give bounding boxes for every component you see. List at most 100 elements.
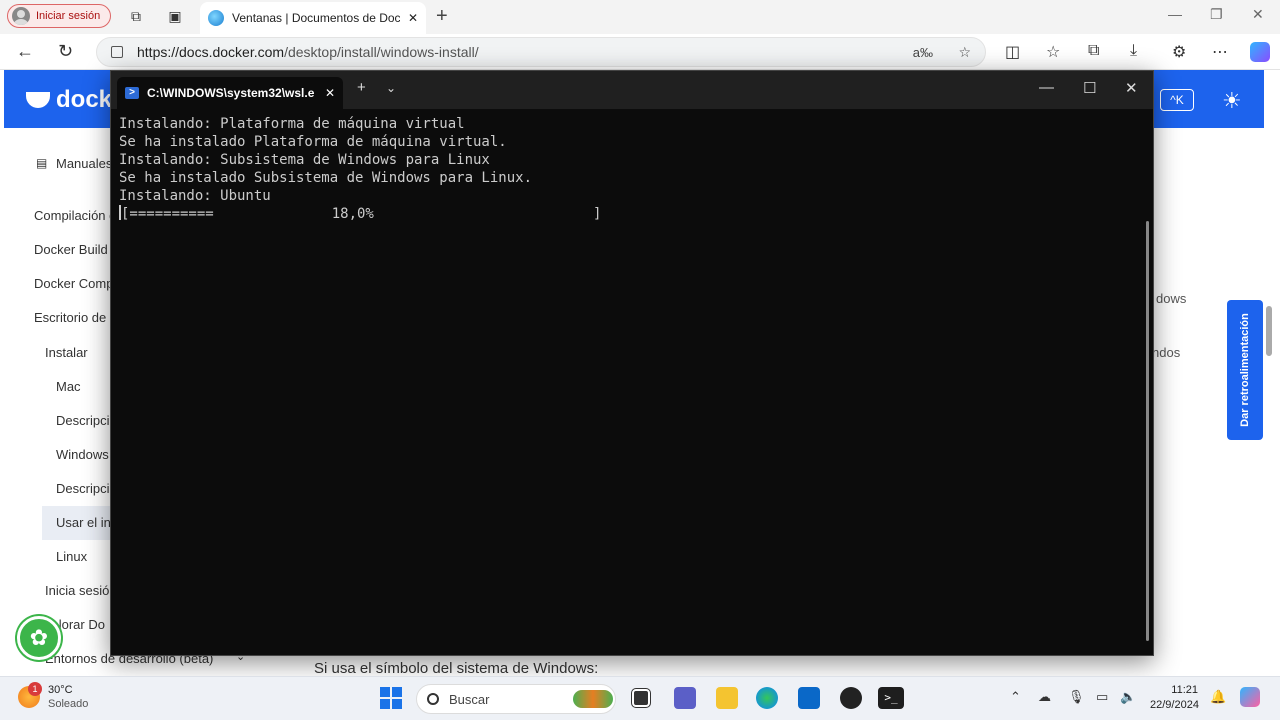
content-fragment-1: dows bbox=[1156, 291, 1187, 306]
read-aloud-icon[interactable]: a‰ bbox=[913, 45, 933, 60]
close-tab-icon[interactable]: ✕ bbox=[408, 11, 418, 25]
file-explorer-icon[interactable] bbox=[716, 687, 738, 709]
page-scrollbar[interactable] bbox=[1266, 306, 1272, 356]
profile-button[interactable]: Iniciar sesión bbox=[7, 4, 111, 28]
taskbar: 1 30°C Soleado Buscar >_ ⌃ ☁ 🎙 ▭ 🔈 11:21… bbox=[0, 676, 1280, 720]
terminal-progress-row: [========== 18,0% ] bbox=[119, 205, 1141, 223]
feedback-button[interactable]: Dar retroalimentación bbox=[1227, 300, 1263, 440]
restore-icon[interactable]: ❐ bbox=[1210, 6, 1223, 23]
weather-temp: 30°C bbox=[48, 684, 73, 696]
browser-tab-bar: Iniciar sesión ⧉ ▣ Ventanas | Documentos… bbox=[0, 0, 1280, 34]
microphone-icon[interactable]: 🎙 bbox=[1068, 689, 1085, 705]
terminal-app-icon[interactable]: >_ bbox=[878, 687, 904, 709]
content-fragment-2: ndos bbox=[1152, 345, 1181, 360]
manuals-doc-icon: ▤ bbox=[36, 156, 48, 170]
clock-date: 22/9/2024 bbox=[1150, 699, 1199, 711]
task-view-icon[interactable] bbox=[631, 688, 651, 708]
terminal-tab-title: C:\WINDOWS\system32\wsl.e bbox=[147, 86, 315, 100]
weather-desc: Soleado bbox=[48, 698, 89, 710]
weather-sun-icon: 1 bbox=[18, 682, 42, 708]
terminal-output[interactable]: Instalando: Plataforma de máquina virtua… bbox=[119, 115, 1141, 223]
sidebar-item-descripcion-1[interactable]: Descripci bbox=[56, 413, 109, 428]
terminal-new-tab-button[interactable]: + bbox=[357, 79, 366, 96]
sidebar-item-usar-instalador[interactable]: Usar el ins bbox=[56, 515, 117, 530]
terminal-scrollbar[interactable] bbox=[1146, 221, 1149, 641]
network-icon[interactable]: ▭ bbox=[1096, 689, 1108, 705]
powershell-icon: > bbox=[125, 87, 139, 99]
sidebar-item-compilacion[interactable]: Compilación d bbox=[34, 208, 116, 223]
terminal-dropdown-icon[interactable]: ⌄ bbox=[386, 81, 396, 95]
page-body-text: Si usa el símbolo del sistema de Windows… bbox=[314, 660, 599, 677]
more-menu-icon[interactable]: ⋯ bbox=[1212, 42, 1228, 62]
terminal-maximize-icon[interactable]: ☐ bbox=[1083, 79, 1096, 97]
terminal-minimize-icon[interactable]: — bbox=[1039, 79, 1054, 96]
sidebar-item-instalar[interactable]: Instalar bbox=[45, 345, 88, 360]
clock[interactable]: 11:21 22/9/2024 bbox=[1150, 683, 1199, 713]
search-icon bbox=[427, 693, 439, 705]
new-tab-button[interactable]: + bbox=[436, 5, 448, 28]
terminal-line-2: Se ha instalado Plataforma de máquina vi… bbox=[119, 134, 507, 150]
tray-overflow-icon[interactable]: ⌃ bbox=[1010, 689, 1021, 705]
docker-favicon-icon bbox=[208, 10, 224, 26]
url-path: /desktop/install/windows-install/ bbox=[284, 44, 479, 60]
terminal-close-icon[interactable]: ✕ bbox=[1125, 79, 1138, 97]
downloads-icon[interactable]: ⤓ bbox=[1130, 42, 1137, 60]
edge-browser-icon[interactable] bbox=[756, 687, 778, 709]
close-window-icon[interactable]: ✕ bbox=[1252, 6, 1264, 23]
url-host: https://docs.docker.com bbox=[137, 44, 285, 60]
terminal-title-bar: > C:\WINDOWS\system32\wsl.e ✕ + ⌄ — ☐ ✕ bbox=[111, 71, 1153, 109]
weather-widget[interactable]: 1 30°C Soleado bbox=[18, 682, 89, 711]
refresh-icon[interactable]: ↻ bbox=[58, 41, 73, 62]
terminal-window: > C:\WINDOWS\system32\wsl.e ✕ + ⌄ — ☐ ✕ … bbox=[110, 70, 1154, 656]
collections-icon[interactable]: ⧉ bbox=[1088, 42, 1099, 60]
store-icon[interactable] bbox=[798, 687, 820, 709]
cookie-settings-icon[interactable]: ✿ bbox=[17, 616, 61, 660]
sidebar-item-docker-build[interactable]: Docker Build C bbox=[34, 242, 121, 257]
sidebar-item-windows[interactable]: Windows bbox=[56, 447, 109, 462]
lock-icon bbox=[111, 46, 123, 58]
url-bar[interactable]: https://docs.docker.com/desktop/install/… bbox=[96, 37, 986, 67]
start-button-icon[interactable] bbox=[380, 687, 402, 709]
notification-bell-icon[interactable]: 🔔 bbox=[1210, 689, 1226, 705]
split-screen-icon[interactable]: ◫ bbox=[1005, 42, 1020, 62]
recorder-app-icon[interactable] bbox=[840, 687, 862, 709]
close-terminal-tab-icon[interactable]: ✕ bbox=[325, 86, 335, 100]
url-text: https://docs.docker.com/desktop/install/… bbox=[137, 44, 479, 60]
terminal-line-3: Instalando: Subsistema de Windows para L… bbox=[119, 152, 490, 168]
volume-icon[interactable]: 🔈 bbox=[1120, 689, 1136, 705]
terminal-line-5: Instalando: Ubuntu bbox=[119, 188, 271, 204]
avatar-icon bbox=[12, 7, 30, 25]
back-arrow-icon[interactable]: ← bbox=[16, 41, 34, 62]
copilot-icon[interactable] bbox=[1250, 42, 1270, 62]
taskbar-search-label: Buscar bbox=[449, 691, 490, 707]
sidebar-item-linux[interactable]: Linux bbox=[56, 549, 87, 564]
terminal-tab[interactable]: > C:\WINDOWS\system32\wsl.e ✕ bbox=[117, 77, 343, 109]
onedrive-icon[interactable]: ☁ bbox=[1038, 689, 1051, 705]
clock-time: 11:21 bbox=[1171, 684, 1198, 696]
terminal-line-4: Se ha instalado Subsistema de Windows pa… bbox=[119, 170, 533, 186]
sidebar-item-inicia-sesion[interactable]: Inicia sesió bbox=[45, 583, 109, 598]
teams-icon[interactable] bbox=[674, 687, 696, 709]
sidebar-item-mac[interactable]: Mac bbox=[56, 379, 81, 394]
sidebar-item-descripcion-2[interactable]: Descripci bbox=[56, 481, 109, 496]
sidebar-item-escritorio[interactable]: Escritorio de D bbox=[34, 310, 119, 325]
terminal-progress-line: [========== 18,0% ] bbox=[121, 206, 602, 222]
theme-toggle-sun-icon[interactable]: ☀ bbox=[1222, 88, 1242, 114]
favorites-icon[interactable]: ☆ bbox=[1046, 42, 1060, 62]
sidebar-item-manuales[interactable]: Manuales bbox=[56, 156, 112, 171]
address-toolbar: ← ↻ https://docs.docker.com/desktop/inst… bbox=[0, 34, 1280, 70]
workspaces-icon[interactable]: ⧉ bbox=[128, 8, 144, 24]
extensions-icon[interactable]: ⚙ bbox=[1172, 42, 1186, 62]
taskbar-search[interactable]: Buscar bbox=[416, 684, 616, 714]
copilot-taskbar-icon[interactable] bbox=[1240, 687, 1260, 707]
weather-badge: 1 bbox=[28, 682, 42, 696]
terminal-line-1: Instalando: Plataforma de máquina virtua… bbox=[119, 116, 465, 132]
tab-title: Ventanas | Documentos de Docker bbox=[232, 11, 400, 25]
minimize-icon[interactable]: — bbox=[1168, 6, 1182, 22]
feedback-label: Dar retroalimentación bbox=[1239, 313, 1252, 427]
tab-actions-icon[interactable]: ▣ bbox=[167, 8, 183, 24]
favorite-star-icon[interactable]: ☆ bbox=[958, 44, 971, 61]
browser-tab-active[interactable]: Ventanas | Documentos de Docker ✕ bbox=[200, 2, 426, 34]
sidebar-item-docker-compose[interactable]: Docker Comp bbox=[34, 276, 113, 291]
search-shortcut-button[interactable]: ^K bbox=[1160, 89, 1194, 111]
